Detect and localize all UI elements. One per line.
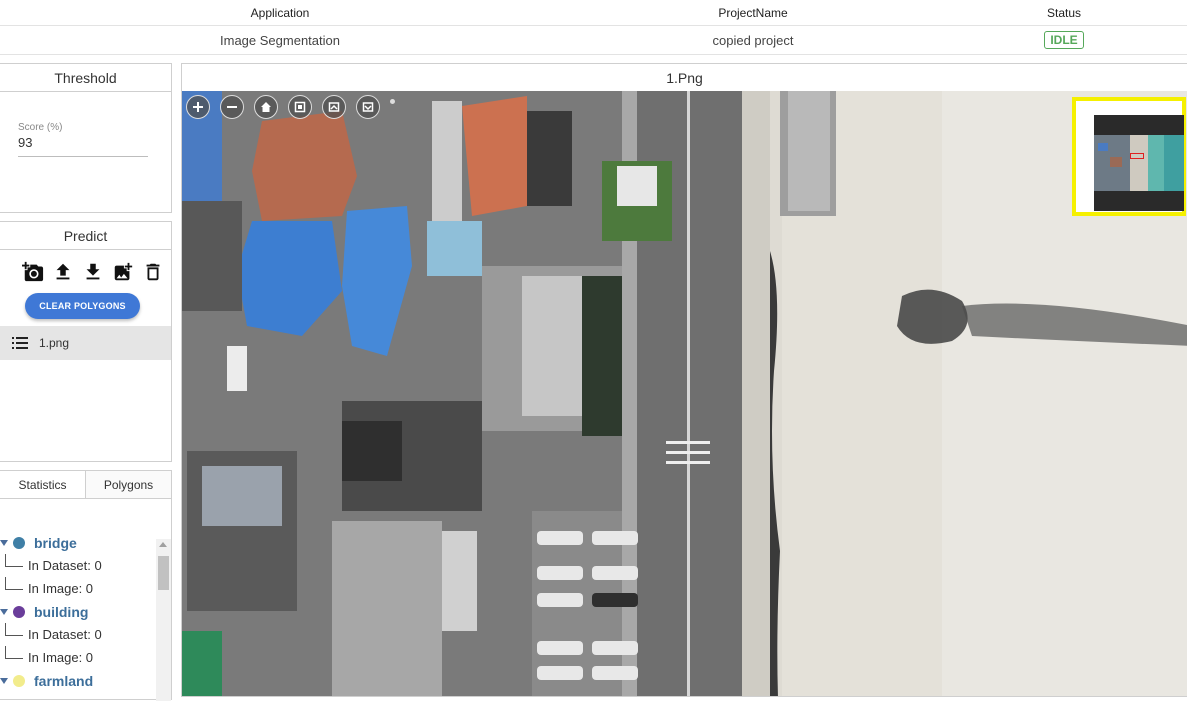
tree-leaf-in-dataset: In Dataset: 0 [0, 554, 156, 577]
trash-icon[interactable] [142, 260, 164, 284]
score-field[interactable]: Score (%) 93 [18, 122, 148, 157]
stats-tabs: Statistics Polygons [0, 471, 171, 499]
class-label: building [34, 603, 89, 620]
fullscreen-icon[interactable] [288, 95, 312, 119]
score-label: Score (%) [18, 122, 63, 133]
download-icon[interactable] [82, 260, 104, 284]
header-application: Application [250, 5, 310, 20]
image-title: 1.Png [182, 64, 1187, 92]
tree-class-building[interactable]: building [0, 600, 156, 623]
project-info-table: Application ProjectName Status Image Seg… [0, 0, 1187, 55]
indicator-dot [390, 99, 395, 104]
add-image-icon[interactable] [112, 260, 134, 284]
status-badge: IDLE [1044, 31, 1084, 49]
header-project-name: ProjectName [718, 5, 788, 20]
list-item[interactable]: 1.png [0, 326, 171, 360]
predict-title: Predict [0, 222, 171, 250]
table-header-row: Application ProjectName Status [0, 0, 1187, 26]
image-viewer: 1.Png [181, 63, 1187, 697]
class-color-dot [13, 605, 25, 618]
scroll-thumb[interactable] [158, 556, 169, 590]
list-icon [12, 337, 28, 349]
aerial-image-canvas[interactable] [182, 91, 1187, 696]
home-icon[interactable] [254, 95, 278, 119]
class-color-dot [13, 536, 25, 549]
project-name-cell: copied project [712, 32, 794, 48]
vertical-scrollbar[interactable] [156, 539, 171, 701]
tree-leaf-in-dataset: In Dataset: 0 [0, 623, 156, 646]
tree-leaf-in-image: In Image: 0 [0, 577, 156, 600]
zoom-in-icon[interactable] [186, 95, 210, 119]
tab-polygons[interactable]: Polygons [85, 471, 171, 498]
camera-add-icon[interactable] [22, 260, 44, 284]
aerial-photo [182, 91, 1187, 696]
statistics-panel: Statistics Polygons bridge In Dataset: 0… [0, 470, 172, 701]
class-tree: bridge In Dataset: 0 In Image: 0 buildin… [0, 531, 156, 692]
upload-icon[interactable] [52, 260, 74, 284]
predict-toolbar [22, 260, 164, 284]
header-status: Status [1046, 5, 1082, 20]
minimap-frame [1094, 115, 1184, 211]
rotate-right-icon[interactable] [356, 95, 380, 119]
score-input[interactable]: 93 [18, 135, 148, 150]
minimap-viewport[interactable] [1130, 153, 1144, 159]
caret-down-icon[interactable] [0, 677, 8, 684]
predict-panel: Predict CLEAR POLYGONS 1.png [0, 221, 172, 462]
class-label: bridge [34, 534, 77, 551]
table-row[interactable]: Image Segmentation copied project IDLE [0, 26, 1187, 55]
tab-statistics[interactable]: Statistics [0, 471, 85, 498]
class-label: farmland [34, 672, 94, 689]
application-cell: Image Segmentation [220, 32, 340, 48]
threshold-title: Threshold [0, 64, 171, 92]
tree-leaf-in-image: In Image: 0 [0, 646, 156, 669]
clear-polygons-button[interactable]: CLEAR POLYGONS [25, 293, 140, 319]
viewer-controls [186, 95, 395, 119]
minimap-thumbnail [1094, 135, 1184, 191]
rotate-left-icon[interactable] [322, 95, 346, 119]
threshold-panel: Threshold Score (%) 93 [0, 63, 172, 213]
caret-down-icon[interactable] [0, 608, 8, 615]
caret-down-icon[interactable] [0, 539, 8, 546]
scroll-up-icon[interactable] [159, 542, 167, 547]
file-name: 1.png [39, 336, 70, 350]
class-color-dot [13, 674, 25, 687]
tree-class-farmland[interactable]: farmland [0, 669, 156, 692]
zoom-out-icon[interactable] [220, 95, 244, 119]
tree-class-bridge[interactable]: bridge [0, 531, 156, 554]
status-cell: IDLE [964, 26, 1164, 54]
navigator-minimap[interactable] [1072, 97, 1186, 216]
